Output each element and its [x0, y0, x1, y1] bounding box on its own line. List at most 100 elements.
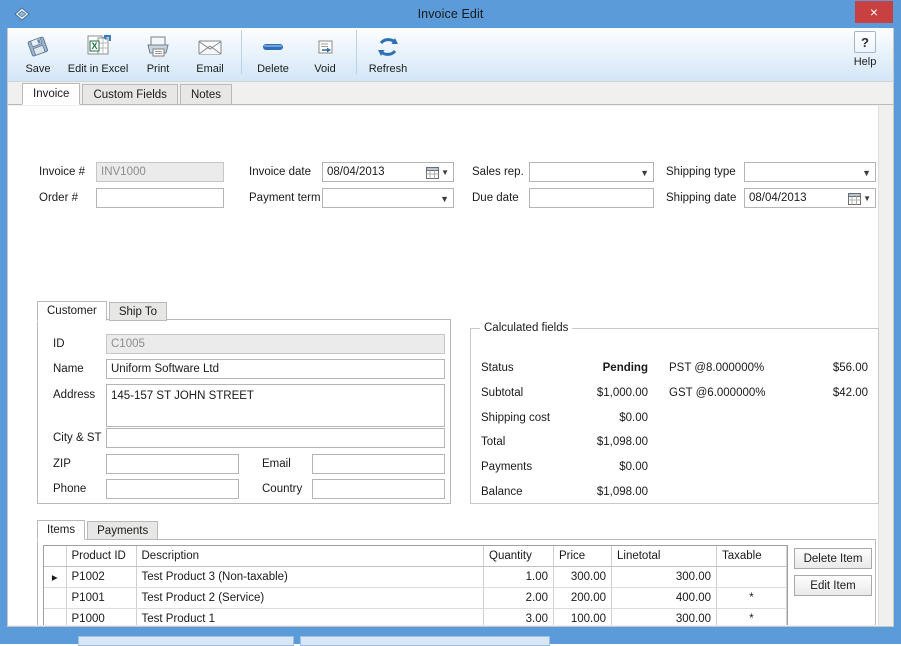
- client-area: Save X Edit in Excel: [7, 28, 894, 627]
- customer-city-st-field[interactable]: [106, 428, 445, 448]
- order-number-field[interactable]: [96, 188, 224, 208]
- toolbar-email-button[interactable]: Email: [184, 28, 236, 80]
- shipping-date-dropdown-caret[interactable]: ▼: [863, 189, 871, 208]
- cell-quantity: 3.00: [484, 608, 554, 625]
- help-label: Help: [854, 56, 877, 68]
- column-header-price[interactable]: Price: [554, 546, 612, 566]
- invoice-date-field[interactable]: 08/04/2013 ▼: [322, 162, 454, 182]
- toolbar-delete-label: Delete: [257, 63, 289, 75]
- customer-city-st-label: City & ST: [53, 432, 102, 444]
- items-table: Product ID Description Quantity Price Li…: [44, 546, 787, 625]
- customer-email-label: Email: [262, 458, 291, 470]
- cell-price: 300.00: [554, 566, 612, 587]
- tab-items[interactable]: Items: [37, 520, 85, 540]
- shipping-type-select[interactable]: ▼: [744, 162, 876, 182]
- column-header-quantity[interactable]: Quantity: [484, 546, 554, 566]
- refresh-arrows-icon: [374, 32, 402, 62]
- status-value: Pending: [538, 362, 648, 374]
- taskbar-item-2[interactable]: [300, 636, 550, 646]
- sales-rep-label: Sales rep.: [472, 166, 524, 178]
- payments-label: Payments: [481, 461, 532, 473]
- shipping-cost-value: $0.00: [538, 412, 648, 424]
- cell-description: Test Product 1: [136, 608, 484, 625]
- invoice-date-dropdown-caret[interactable]: ▼: [441, 163, 449, 182]
- invoice-panel-inner: Invoice # INV1000 Order # Invoice date 0…: [8, 106, 879, 625]
- cell-linetotal: 300.00: [612, 566, 717, 587]
- customer-phone-label: Phone: [53, 483, 86, 495]
- customer-address-field[interactable]: 145-157 ST JOHN STREET: [106, 384, 445, 427]
- tab-ship-to[interactable]: Ship To: [109, 302, 167, 321]
- due-date-field[interactable]: [529, 188, 654, 208]
- customer-name-label: Name: [53, 363, 84, 375]
- calendar-icon[interactable]: [426, 166, 439, 179]
- row-selector-icon[interactable]: [44, 608, 66, 625]
- close-window-button[interactable]: ×: [855, 1, 893, 23]
- toolbar-separator-2: [356, 30, 357, 74]
- toolbar-delete-button[interactable]: Delete: [247, 28, 299, 80]
- payment-term-select[interactable]: ▼: [322, 188, 454, 208]
- table-row[interactable]: ▸ P1002 Test Product 3 (Non-taxable) 1.0…: [44, 566, 787, 587]
- customer-name-field[interactable]: Uniform Software Ltd: [106, 359, 445, 379]
- tab-payments[interactable]: Payments: [87, 521, 158, 540]
- sales-rep-select[interactable]: ▼: [529, 162, 654, 182]
- customer-zip-field[interactable]: [106, 454, 239, 474]
- cell-price: 200.00: [554, 587, 612, 608]
- save-floppy-icon: [25, 32, 51, 62]
- taskbar-item-1[interactable]: [78, 636, 294, 646]
- delete-item-button[interactable]: Delete Item: [794, 548, 872, 569]
- main-tab-strip: Invoice Custom Fields Notes: [8, 82, 893, 105]
- customer-email-field[interactable]: [312, 454, 445, 474]
- toolbar-void-button[interactable]: Void: [299, 28, 351, 80]
- table-row[interactable]: P1001 Test Product 2 (Service) 2.00 200.…: [44, 587, 787, 608]
- total-value: $1,098.00: [538, 436, 648, 448]
- row-selector-icon[interactable]: [44, 587, 66, 608]
- customer-phone-field[interactable]: [106, 479, 239, 499]
- column-header-selector: [44, 546, 66, 566]
- app-diamond-icon: [13, 6, 31, 22]
- payments-value: $0.00: [538, 461, 648, 473]
- pst-tax-value: $56.00: [778, 362, 868, 374]
- tab-invoice[interactable]: Invoice: [22, 83, 80, 105]
- envelope-icon: [196, 32, 224, 62]
- toolbar-save-label: Save: [25, 63, 50, 75]
- column-header-linetotal[interactable]: Linetotal: [612, 546, 717, 566]
- shipping-date-field[interactable]: 08/04/2013 ▼: [744, 188, 876, 208]
- toolbar-refresh-button[interactable]: Refresh: [362, 28, 414, 80]
- svg-text:X: X: [91, 41, 97, 51]
- application-window: Invoice Edit × Save: [0, 0, 901, 634]
- tab-customer[interactable]: Customer: [37, 301, 107, 321]
- customer-country-field[interactable]: [312, 479, 445, 499]
- toolbar-separator-1: [241, 30, 242, 74]
- toolbar-void-label: Void: [314, 63, 335, 75]
- subtotal-label: Subtotal: [481, 387, 523, 399]
- panel-right-gutter: [879, 106, 893, 625]
- column-header-description[interactable]: Description: [136, 546, 484, 566]
- toolbar-print-button[interactable]: Print: [132, 28, 184, 80]
- subtotal-value: $1,000.00: [538, 387, 648, 399]
- column-header-product-id[interactable]: Product ID: [66, 546, 136, 566]
- pst-tax-label: PST @8.000000%: [669, 362, 764, 374]
- toolbar-edit-in-excel-button[interactable]: X Edit in Excel: [64, 28, 132, 80]
- customer-id-field[interactable]: C1005: [106, 334, 445, 354]
- toolbar-email-label: Email: [196, 63, 224, 75]
- table-row[interactable]: P1000 Test Product 1 3.00 100.00 300.00 …: [44, 608, 787, 625]
- cell-linetotal: 400.00: [612, 587, 717, 608]
- column-header-taxable[interactable]: Taxable: [717, 546, 787, 566]
- cell-product-id: P1002: [66, 566, 136, 587]
- tab-custom-fields[interactable]: Custom Fields: [82, 84, 178, 105]
- toolbar-save-button[interactable]: Save: [12, 28, 64, 80]
- items-grid[interactable]: Product ID Description Quantity Price Li…: [43, 545, 788, 625]
- table-header-row: Product ID Description Quantity Price Li…: [44, 546, 787, 566]
- cell-linetotal: 300.00: [612, 608, 717, 625]
- cell-taxable: *: [717, 608, 787, 625]
- invoice-panel: Invoice # INV1000 Order # Invoice date 0…: [8, 106, 893, 625]
- edit-item-button[interactable]: Edit Item: [794, 575, 872, 596]
- printer-icon: [144, 32, 172, 62]
- cell-description: Test Product 2 (Service): [136, 587, 484, 608]
- row-selector-icon[interactable]: ▸: [44, 566, 66, 587]
- cell-taxable: *: [717, 587, 787, 608]
- invoice-number-field[interactable]: INV1000: [96, 162, 224, 182]
- tab-notes[interactable]: Notes: [180, 84, 232, 105]
- help-button[interactable]: ? Help: [843, 30, 887, 80]
- calendar-icon[interactable]: [848, 192, 861, 205]
